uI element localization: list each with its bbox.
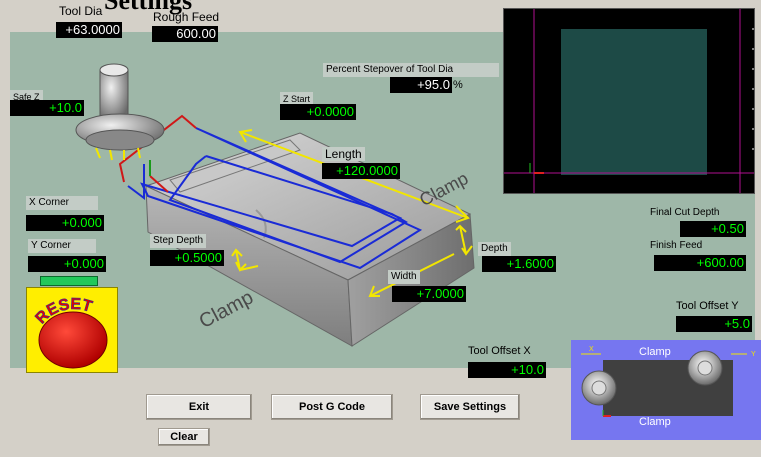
clamp-diagram: Clamp Clamp X Y: [571, 340, 761, 440]
final-cut-depth-label: Final Cut Depth: [650, 207, 720, 218]
save-settings-button[interactable]: Save Settings: [420, 394, 520, 420]
post-gcode-button[interactable]: Post G Code: [271, 394, 393, 420]
rough-feed-label: Rough Feed: [153, 10, 220, 24]
percent-stepover-field[interactable]: +95.0: [390, 77, 452, 93]
exit-button[interactable]: Exit: [146, 394, 252, 420]
reset-graphic: RESET: [32, 296, 108, 369]
length-field[interactable]: +120.0000: [322, 163, 400, 179]
y-marker: Y: [751, 351, 756, 358]
final-cut-depth-field[interactable]: +0.50: [680, 221, 746, 237]
tool-offset-y-label: Tool Offset Y: [676, 300, 739, 312]
wizard-window: Settings Clamp Clamp Tool Dia +63.0000 R…: [0, 0, 761, 457]
safe-z-field[interactable]: +10.0: [10, 100, 84, 116]
percent-sign: %: [453, 79, 463, 91]
y-corner-field[interactable]: +0.000: [28, 256, 106, 272]
tool-offset-x-field[interactable]: +10.0: [468, 362, 546, 378]
z-start-field[interactable]: +0.0000: [280, 104, 356, 120]
x-marker: X: [589, 346, 594, 353]
preview-axes: [504, 9, 754, 193]
reset-button[interactable]: RESET: [26, 287, 118, 373]
step-depth-label: Step Depth: [150, 234, 207, 248]
depth-label: Depth: [478, 242, 511, 256]
toolpath-preview[interactable]: [503, 8, 755, 194]
clamp-diagram-graphics: [581, 350, 747, 417]
tool-offset-x-label: Tool Offset X: [468, 345, 531, 357]
step-depth-field[interactable]: +0.5000: [150, 250, 224, 266]
finish-feed-field[interactable]: +600.00: [654, 255, 746, 271]
x-corner-field[interactable]: +0.000: [26, 215, 104, 231]
rough-feed-field[interactable]: 600.00: [152, 26, 218, 42]
y-corner-label: Y Corner: [28, 239, 96, 253]
tool-dia-field[interactable]: +63.0000: [56, 22, 122, 38]
tool-offset-y-field[interactable]: +5.0: [676, 316, 752, 332]
percent-stepover-label: Percent Stepover of Tool Dia: [323, 63, 499, 77]
clear-button[interactable]: Clear: [158, 428, 210, 446]
width-label: Width: [388, 270, 420, 284]
finish-feed-label: Finish Feed: [650, 240, 703, 251]
cutting-tool: [75, 63, 165, 161]
depth-field[interactable]: +1.6000: [482, 256, 556, 272]
length-label: Length: [322, 147, 365, 161]
tool-dia-label: Tool Dia: [59, 4, 103, 18]
x-corner-label: X Corner: [26, 196, 98, 210]
reset-status-light: [40, 276, 98, 286]
width-field[interactable]: +7.0000: [392, 286, 466, 302]
